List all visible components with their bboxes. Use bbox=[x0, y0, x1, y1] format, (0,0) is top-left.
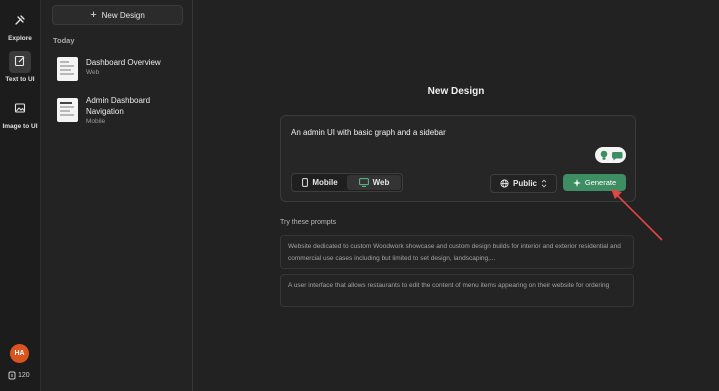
monitor-icon bbox=[358, 178, 369, 187]
nav-explore[interactable]: Explore bbox=[0, 10, 40, 42]
chevron-up-down-icon bbox=[541, 179, 547, 188]
chat-icon bbox=[611, 151, 622, 160]
nav-image-to-ui[interactable]: Image to UI bbox=[0, 98, 40, 130]
avatar[interactable]: HA bbox=[10, 344, 29, 363]
nav-text-to-ui[interactable]: Text to UI bbox=[0, 51, 40, 83]
history-item[interactable]: Admin Dashboard Navigation Mobile bbox=[57, 95, 171, 125]
explore-icon bbox=[9, 10, 31, 32]
lightbulb-icon bbox=[600, 150, 607, 160]
sparkle-icon bbox=[572, 178, 581, 187]
credits-value: 120 bbox=[18, 372, 30, 379]
visibility-value: Public bbox=[512, 179, 537, 188]
prompt-assist-button[interactable] bbox=[595, 147, 626, 163]
history-section-label: Today bbox=[53, 36, 75, 45]
nav-text-to-ui-label: Text to UI bbox=[5, 76, 35, 83]
plus-icon: + bbox=[90, 9, 97, 21]
page-title: New Design bbox=[427, 86, 485, 97]
history-item-platform: Mobile bbox=[86, 118, 106, 125]
platform-option-mobile[interactable]: Mobile bbox=[293, 175, 347, 190]
platform-option-label: Mobile bbox=[312, 178, 338, 187]
new-design-button[interactable]: + New Design bbox=[52, 5, 183, 25]
nav-rail: Explore Text to UI Image to UI HA 120 bbox=[0, 0, 41, 391]
visibility-select[interactable]: Public bbox=[490, 174, 557, 193]
prompt-input[interactable]: An admin UI with basic graph and a sideb… bbox=[291, 128, 446, 137]
history-item[interactable]: Dashboard Overview Web bbox=[57, 57, 171, 81]
platform-option-web[interactable]: Web bbox=[347, 175, 401, 190]
suggested-prompt[interactable]: A user interface that allows restaurants… bbox=[280, 274, 634, 307]
history-item-title: Dashboard Overview bbox=[86, 58, 161, 67]
design-thumbnail bbox=[57, 98, 78, 122]
generate-button[interactable]: Generate bbox=[563, 174, 626, 191]
credits-counter: 120 bbox=[8, 371, 30, 380]
globe-icon bbox=[500, 179, 509, 188]
nav-image-to-ui-label: Image to UI bbox=[2, 123, 38, 130]
platform-toggle: Mobile Web bbox=[291, 173, 403, 192]
suggestions-heading: Try these prompts bbox=[280, 219, 337, 226]
image-icon bbox=[9, 98, 31, 120]
history-sidebar: + New Design Today Dashboard Overview We… bbox=[41, 0, 193, 391]
credits-icon bbox=[8, 371, 16, 380]
design-thumbnail bbox=[57, 57, 78, 81]
platform-option-label: Web bbox=[372, 178, 390, 187]
new-design-label: New Design bbox=[101, 10, 145, 20]
nav-explore-label: Explore bbox=[8, 35, 32, 42]
history-item-platform: Web bbox=[86, 69, 100, 76]
edit-icon bbox=[9, 51, 31, 73]
generate-label: Generate bbox=[584, 178, 617, 187]
history-item-title: Admin Dashboard Navigation bbox=[86, 96, 151, 116]
suggested-prompt[interactable]: Website dedicated to custom Woodwork sho… bbox=[280, 235, 634, 269]
prompt-card: An admin UI with basic graph and a sideb… bbox=[280, 115, 636, 202]
phone-icon bbox=[302, 178, 309, 187]
main-panel: New Design An admin UI with basic graph … bbox=[193, 0, 719, 391]
